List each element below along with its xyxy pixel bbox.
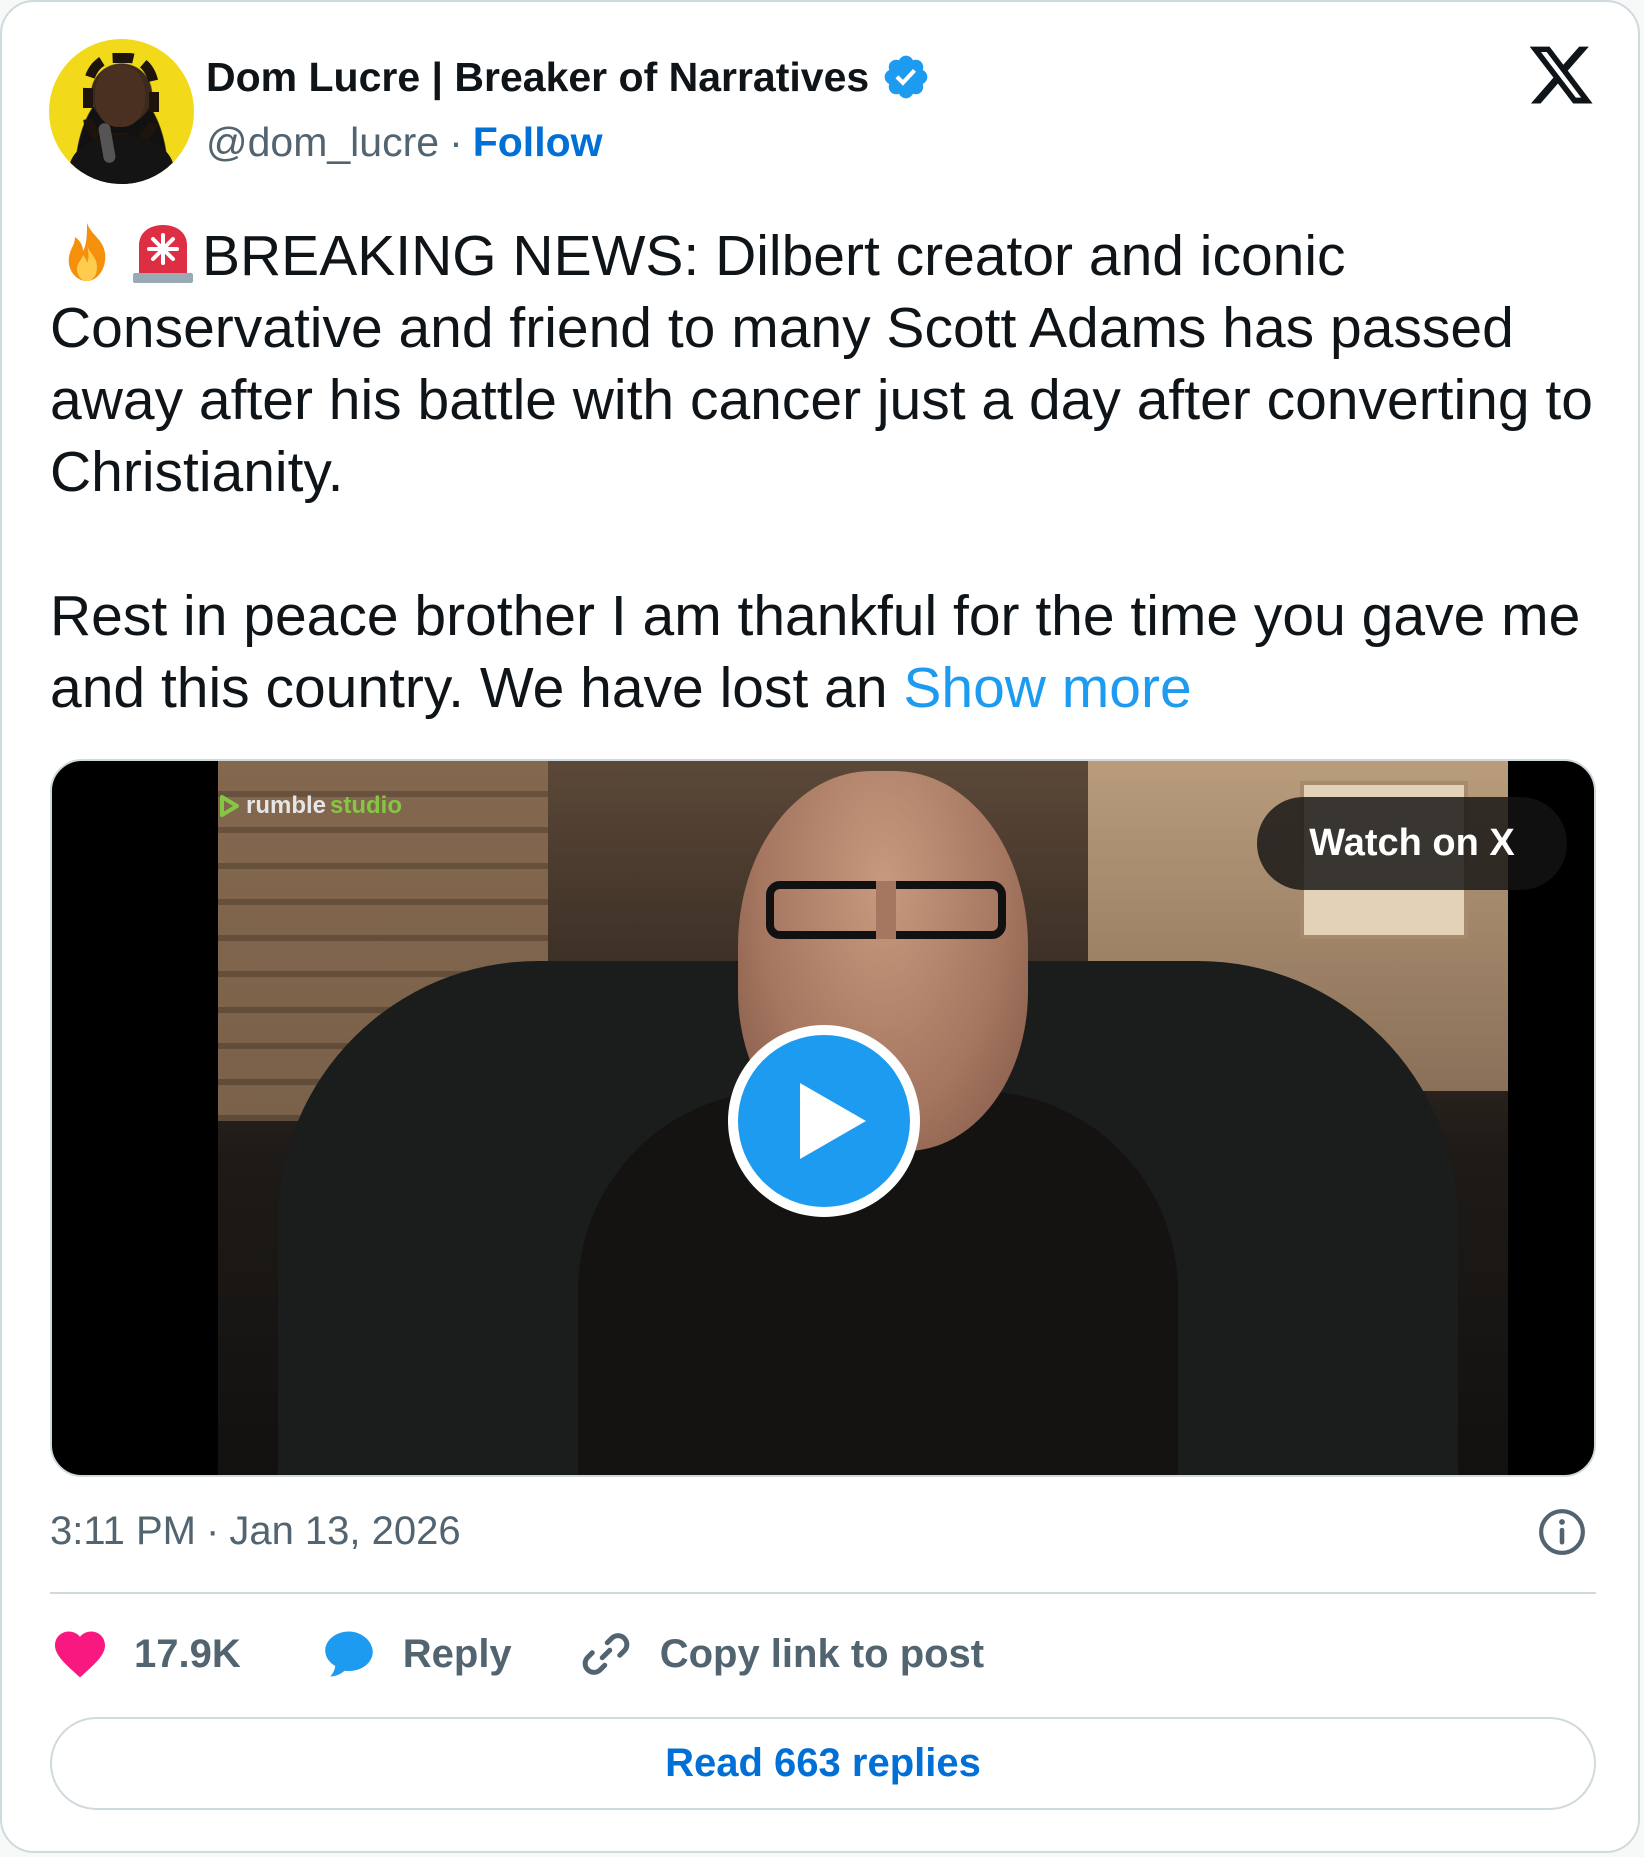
play-icon[interactable] bbox=[724, 1021, 924, 1221]
avatar-face bbox=[95, 65, 145, 127]
police-light-emoji-icon bbox=[133, 225, 193, 283]
post-timestamp[interactable]: 3:11 PM · Jan 13, 2026 bbox=[50, 1505, 461, 1557]
author-display-name[interactable]: Dom Lucre | Breaker of Narratives bbox=[206, 54, 869, 101]
rumble-studio-watermark: rumble studio bbox=[218, 791, 402, 821]
copy-link-label: Copy link to post bbox=[659, 1631, 985, 1676]
author-avatar[interactable] bbox=[49, 39, 194, 184]
link-icon bbox=[582, 1633, 630, 1675]
handle-separator: · bbox=[449, 118, 463, 165]
avatar-body bbox=[69, 135, 174, 184]
follow-button[interactable]: Follow bbox=[473, 119, 603, 166]
post-time: 3:11 PM bbox=[50, 1508, 196, 1553]
divider bbox=[50, 1592, 1596, 1594]
tweet-paragraph-2-text: Rest in peace brother I am thankful for … bbox=[50, 584, 1581, 720]
author-name-row: Dom Lucre | Breaker of Narratives bbox=[206, 48, 931, 106]
author-handle-row: @dom_lucre · Follow bbox=[206, 116, 603, 168]
tweet-embed-card: Dom Lucre | Breaker of Narratives @dom_l… bbox=[0, 0, 1640, 1853]
tweet-paragraph-1-text: BREAKING NEWS: Dilbert creator and iconi… bbox=[50, 224, 1593, 504]
tweet-paragraph-1: BREAKING NEWS: Dilbert creator and iconi… bbox=[50, 220, 1620, 508]
rumble-studio-text: studio bbox=[330, 792, 403, 819]
author-handle[interactable]: @dom_lucre bbox=[206, 119, 439, 166]
reply-button[interactable]: Reply bbox=[319, 1624, 512, 1684]
action-bar: 17.9K Reply Copy link to post bbox=[50, 1622, 984, 1686]
speech-bubble-icon bbox=[325, 1631, 373, 1677]
show-more-link[interactable]: Show more bbox=[903, 656, 1191, 720]
rumble-play-icon bbox=[220, 795, 239, 817]
heart-icon bbox=[55, 1631, 105, 1678]
reply-label: Reply bbox=[402, 1631, 512, 1676]
copy-link-button[interactable]: Copy link to post bbox=[576, 1624, 984, 1684]
tweet-text: BREAKING NEWS: Dilbert creator and iconi… bbox=[50, 220, 1620, 724]
timestamp-separator: · bbox=[206, 1508, 220, 1553]
watch-on-x-button[interactable]: Watch on X bbox=[1257, 797, 1567, 890]
verified-badge-icon bbox=[884, 55, 928, 99]
video-player[interactable]: rumble studio Watch on X bbox=[50, 759, 1596, 1477]
thumbnail-glasses bbox=[766, 881, 1006, 939]
read-replies-button[interactable]: Read 663 replies bbox=[50, 1717, 1596, 1810]
tweet-paragraph-2: Rest in peace brother I am thankful for … bbox=[50, 580, 1620, 724]
fire-emoji-icon bbox=[68, 223, 106, 281]
rumble-brand-text: rumble bbox=[246, 792, 327, 819]
like-count: 17.9K bbox=[134, 1631, 241, 1676]
post-date: Jan 13, 2026 bbox=[229, 1508, 461, 1553]
info-icon[interactable] bbox=[1537, 1507, 1587, 1557]
like-button[interactable]: 17.9K bbox=[50, 1624, 241, 1684]
x-logo-icon[interactable] bbox=[1526, 40, 1596, 110]
